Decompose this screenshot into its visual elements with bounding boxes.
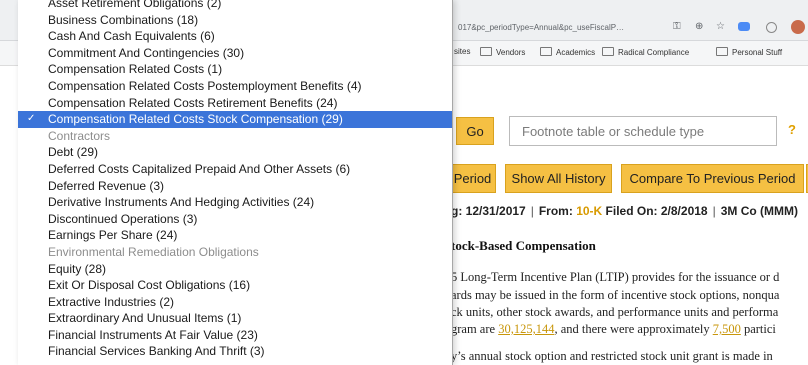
dropdown-option[interactable]: Exit Or Disposal Cost Obligations (16): [18, 277, 452, 294]
dropdown-option[interactable]: Extractive Industries (2): [18, 294, 452, 311]
dropdown-option[interactable]: Deferred Revenue (3): [18, 178, 452, 195]
folder-icon: [716, 47, 728, 56]
period-button[interactable]: Period: [449, 164, 496, 193]
footnote-type-dropdown[interactable]: Asset Retirement Obligations (2) Business…: [18, 0, 453, 365]
dropdown-option-label: Debt (29): [48, 145, 99, 160]
body-line: gram are 30,125,144, and there were appr…: [451, 322, 776, 336]
bookmark-academics[interactable]: Academics: [540, 47, 595, 57]
company-name: 3M Co (MMM): [720, 204, 799, 218]
extension-circle-icon[interactable]: [766, 22, 777, 33]
dropdown-option-label: Commitment And Contingencies (30): [48, 45, 245, 60]
dropdown-option[interactable]: Discontinued Operations (3): [18, 211, 452, 228]
dropdown-option-label: Compensation Related Costs Retirement Be…: [48, 95, 338, 110]
dropdown-option-label: Discontinued Operations (3): [48, 211, 198, 226]
profile-avatar[interactable]: [791, 20, 805, 34]
dropdown-option[interactable]: Compensation Related Costs (1): [18, 61, 452, 78]
folder-icon: [540, 47, 552, 56]
footnote-search-input[interactable]: [509, 116, 777, 146]
dropdown-option[interactable]: Compensation Related Costs Postemploymen…: [18, 78, 452, 95]
dropdown-option[interactable]: Financial Instruments At Fair Value (23): [18, 327, 452, 344]
dropdown-option[interactable]: Equity (28): [18, 261, 452, 278]
from-label: From:: [538, 204, 573, 218]
key-icon[interactable]: ⚿: [673, 21, 681, 32]
dropdown-option[interactable]: Derivative Instruments And Hedging Activ…: [18, 194, 452, 211]
dropdown-option[interactable]: Cash And Cash Equivalents (6): [18, 28, 452, 45]
checkmark-icon: ✓: [27, 113, 36, 125]
star-icon[interactable]: ☆: [716, 21, 725, 32]
dropdown-option[interactable]: Extraordinary And Unusual Items (1): [18, 310, 452, 327]
dropdown-option-label: Deferred Costs Capitalized Prepaid And O…: [48, 161, 351, 176]
dropdown-option-label: Contractors: [48, 128, 111, 143]
bookmark-radical-compliance[interactable]: Radical Compliance: [602, 47, 689, 57]
dropdown-option-label: Compensation Related Costs (1): [48, 62, 223, 77]
body-line: y’s annual stock option and restricted s…: [451, 349, 773, 363]
dropdown-option-label: Environmental Remediation Obligations: [48, 244, 259, 259]
body-line: 5 Long-Term Incentive Plan (LTIP) provid…: [451, 270, 780, 284]
bookmark-sites[interactable]: sites: [454, 47, 470, 56]
participants-link[interactable]: 7,500: [713, 322, 741, 336]
dropdown-option: Environmental Remediation Obligations: [18, 244, 452, 261]
dropdown-option-label: Equity (28): [48, 261, 107, 276]
dropdown-option-label: Cash And Cash Equivalents (6): [48, 29, 215, 44]
dropdown-option[interactable]: Business Combinations (18): [18, 12, 452, 29]
dropdown-option[interactable]: Financial Services Banking And Thrift (3…: [18, 343, 452, 360]
dropdown-option[interactable]: Asset Retirement Obligations (2): [18, 0, 452, 12]
address-bar-url[interactable]: 017&pc_periodType=Annual&pc_useFiscalP…: [458, 23, 624, 32]
dropdown-option-label: Extractive Industries (2): [48, 294, 175, 309]
dropdown-option-label: Asset Retirement Obligations (2): [48, 0, 222, 10]
bookmark-vendors[interactable]: Vendors: [480, 47, 525, 57]
dropdown-option[interactable]: Deferred Costs Capitalized Prepaid And O…: [18, 161, 452, 178]
dropdown-option-label: Derivative Instruments And Hedging Activ…: [48, 195, 315, 210]
dropdown-option-label: Business Combinations (18): [48, 12, 199, 27]
dropdown-options: Asset Retirement Obligations (2) Business…: [18, 0, 452, 360]
body-line: ck units, other stock awards, and perfor…: [451, 305, 779, 319]
dropdown-option[interactable]: Commitment And Contingencies (30): [18, 45, 452, 62]
dropdown-option: Contractors: [18, 128, 452, 145]
dropdown-option[interactable]: Earnings Per Share (24): [18, 227, 452, 244]
dropdown-option[interactable]: Debt (29): [18, 144, 452, 161]
filed-on: Filed On: 2/8/2018: [605, 204, 708, 218]
folder-icon: [480, 47, 492, 56]
dropdown-option[interactable]: Compensation Related Costs Retirement Be…: [18, 95, 452, 112]
body-line: ards may be issued in the form of incent…: [451, 288, 780, 302]
dropdown-option-label: Extraordinary And Unusual Items (1): [48, 311, 242, 326]
go-button[interactable]: Go: [456, 117, 494, 145]
help-icon[interactable]: ?: [788, 122, 796, 137]
dropdown-option-label: Exit Or Disposal Cost Obligations (16): [48, 278, 251, 293]
dropdown-option-label: Deferred Revenue (3): [48, 178, 165, 193]
dropdown-option-label: Financial Instruments At Fair Value (23): [48, 327, 258, 342]
section-heading: tock-Based Compensation: [451, 238, 596, 253]
compare-previous-period-button[interactable]: Compare To Previous Period: [621, 164, 804, 193]
zoom-icon[interactable]: ⊕: [695, 21, 703, 32]
dropdown-option-label: Compensation Related Costs Stock Compens…: [48, 112, 343, 127]
form-type[interactable]: 10-K: [576, 204, 602, 218]
extension-icon[interactable]: [738, 22, 750, 31]
dropdown-option-label: Financial Services Banking And Thrift (3…: [48, 344, 265, 359]
dropdown-option-label: Compensation Related Costs Postemploymen…: [48, 78, 362, 93]
shares-authorized-link[interactable]: 30,125,144: [498, 322, 554, 336]
show-all-history-button[interactable]: Show All History: [505, 164, 612, 193]
filing-info: g: 12/31/2017 | From: 10-K Filed On: 2/8/2…: [451, 204, 799, 218]
dropdown-option-label: Earnings Per Share (24): [48, 228, 178, 243]
dropdown-option[interactable]: ✓ Compensation Related Costs Stock Compen…: [18, 111, 452, 128]
period-date: g: 12/31/2017: [451, 204, 526, 218]
bookmark-personal-stuff[interactable]: Personal Stuff: [716, 47, 782, 57]
folder-icon: [602, 47, 614, 56]
